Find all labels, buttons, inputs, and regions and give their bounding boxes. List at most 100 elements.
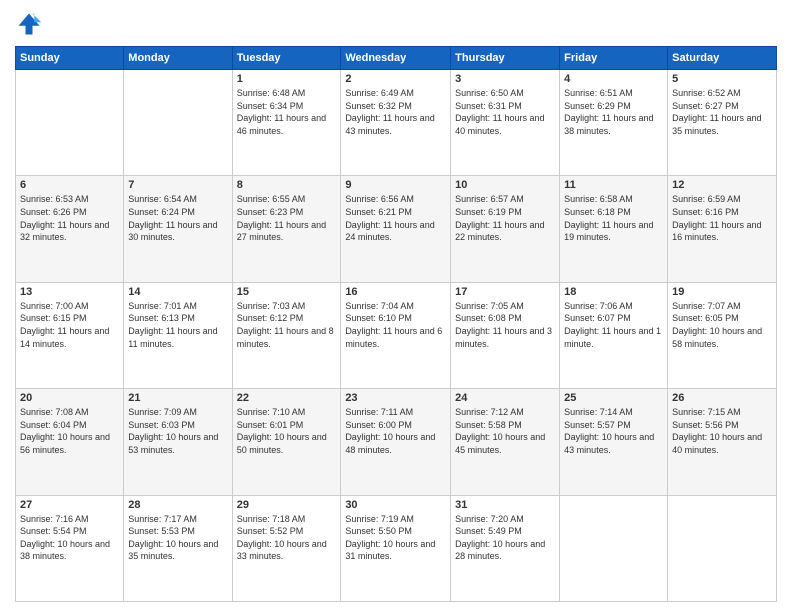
day-info: Sunrise: 7:19 AMSunset: 5:50 PMDaylight:… (345, 513, 446, 563)
day-info: Sunrise: 7:10 AMSunset: 6:01 PMDaylight:… (237, 406, 337, 456)
day-number: 19 (672, 286, 772, 298)
day-number: 10 (455, 179, 555, 191)
day-number: 29 (237, 499, 337, 511)
calendar-cell: 19Sunrise: 7:07 AMSunset: 6:05 PMDayligh… (668, 282, 777, 388)
calendar-cell: 12 Sunrise: 6:59 AMSunset: 6:16 PMDayligh… (668, 176, 777, 282)
calendar-cell: 23Sunrise: 7:11 AMSunset: 6:00 PMDayligh… (341, 389, 451, 495)
day-number: 6 (20, 179, 119, 191)
day-info: Sunrise: 7:18 AMSunset: 5:52 PMDaylight:… (237, 513, 337, 563)
day-number: 11 (564, 179, 663, 191)
calendar-cell: 20Sunrise: 7:08 AMSunset: 6:04 PMDayligh… (16, 389, 124, 495)
calendar-cell: 24 Sunrise: 7:12 AMSunset: 5:58 PMDayligh… (451, 389, 560, 495)
day-info: Sunrise: 7:17 AMSunset: 5:53 PMDaylight:… (128, 513, 227, 563)
day-info: Sunrise: 6:58 AMSunset: 6:18 PMDaylight:… (564, 193, 663, 243)
calendar-cell: 17 Sunrise: 7:05 AMSunset: 6:08 PMDayligh… (451, 282, 560, 388)
day-info: Sunrise: 7:15 AMSunset: 5:56 PMDaylight:… (672, 406, 772, 456)
day-number: 4 (564, 73, 663, 85)
calendar-cell: 6 Sunrise: 6:53 AMSunset: 6:26 PMDaylight… (16, 176, 124, 282)
calendar-week-1: 1 Sunrise: 6:48 AMSunset: 6:34 PMDaylight… (16, 70, 777, 176)
calendar-cell: 13 Sunrise: 7:00 AMSunset: 6:15 PMDayligh… (16, 282, 124, 388)
day-info: Sunrise: 6:59 AMSunset: 6:16 PMDaylight:… (672, 193, 772, 243)
weekday-header-friday: Friday (560, 47, 668, 70)
calendar-cell: 8Sunrise: 6:55 AMSunset: 6:23 PMDaylight… (232, 176, 341, 282)
day-number: 18 (564, 286, 663, 298)
day-number: 31 (455, 499, 555, 511)
calendar-header-row: SundayMondayTuesdayWednesdayThursdayFrid… (16, 47, 777, 70)
day-info: Sunrise: 6:48 AMSunset: 6:34 PMDaylight:… (237, 87, 337, 137)
calendar-cell (560, 495, 668, 601)
page: SundayMondayTuesdayWednesdayThursdayFrid… (0, 0, 792, 612)
day-number: 21 (128, 392, 227, 404)
calendar-week-2: 6 Sunrise: 6:53 AMSunset: 6:26 PMDaylight… (16, 176, 777, 282)
day-info: Sunrise: 6:50 AMSunset: 6:31 PMDaylight:… (455, 87, 555, 137)
calendar-table: SundayMondayTuesdayWednesdayThursdayFrid… (15, 46, 777, 602)
day-number: 30 (345, 499, 446, 511)
calendar-cell: 16 Sunrise: 7:04 AMSunset: 6:10 PMDayligh… (341, 282, 451, 388)
calendar-cell (668, 495, 777, 601)
day-number: 13 (20, 286, 119, 298)
logo-icon (15, 10, 43, 38)
day-info: Sunrise: 6:52 AMSunset: 6:27 PMDaylight:… (672, 87, 772, 137)
day-info: Sunrise: 6:55 AMSunset: 6:23 PMDaylight:… (237, 193, 337, 243)
day-info: Sunrise: 7:03 AMSunset: 6:12 PMDaylight:… (237, 300, 337, 350)
calendar-cell (16, 70, 124, 176)
day-number: 25 (564, 392, 663, 404)
day-number: 12 (672, 179, 772, 191)
day-number: 15 (237, 286, 337, 298)
calendar-cell: 10 Sunrise: 6:57 AMSunset: 6:19 PMDayligh… (451, 176, 560, 282)
day-number: 16 (345, 286, 446, 298)
day-number: 23 (345, 392, 446, 404)
calendar-cell (124, 70, 232, 176)
logo (15, 10, 47, 38)
day-number: 5 (672, 73, 772, 85)
calendar-cell: 29 Sunrise: 7:18 AMSunset: 5:52 PMDayligh… (232, 495, 341, 601)
day-number: 14 (128, 286, 227, 298)
day-number: 20 (20, 392, 119, 404)
calendar-cell: 5 Sunrise: 6:52 AMSunset: 6:27 PMDaylight… (668, 70, 777, 176)
day-info: Sunrise: 6:54 AMSunset: 6:24 PMDaylight:… (128, 193, 227, 243)
weekday-header-sunday: Sunday (16, 47, 124, 70)
day-number: 1 (237, 73, 337, 85)
day-number: 27 (20, 499, 119, 511)
calendar-week-3: 13 Sunrise: 7:00 AMSunset: 6:15 PMDayligh… (16, 282, 777, 388)
weekday-header-wednesday: Wednesday (341, 47, 451, 70)
calendar-cell: 15 Sunrise: 7:03 AMSunset: 6:12 PMDayligh… (232, 282, 341, 388)
day-info: Sunrise: 7:16 AMSunset: 5:54 PMDaylight:… (20, 513, 119, 563)
calendar-cell: 1 Sunrise: 6:48 AMSunset: 6:34 PMDaylight… (232, 70, 341, 176)
weekday-header-saturday: Saturday (668, 47, 777, 70)
day-number: 3 (455, 73, 555, 85)
day-info: Sunrise: 7:06 AMSunset: 6:07 PMDaylight:… (564, 300, 663, 350)
day-info: Sunrise: 6:56 AMSunset: 6:21 PMDaylight:… (345, 193, 446, 243)
calendar-cell: 25Sunrise: 7:14 AMSunset: 5:57 PMDayligh… (560, 389, 668, 495)
calendar-cell: 27 Sunrise: 7:16 AMSunset: 5:54 PMDayligh… (16, 495, 124, 601)
day-info: Sunrise: 6:57 AMSunset: 6:19 PMDaylight:… (455, 193, 555, 243)
calendar-cell: 11 Sunrise: 6:58 AMSunset: 6:18 PMDayligh… (560, 176, 668, 282)
calendar-cell: 4Sunrise: 6:51 AMSunset: 6:29 PMDaylight… (560, 70, 668, 176)
day-info: Sunrise: 6:49 AMSunset: 6:32 PMDaylight:… (345, 87, 446, 137)
day-info: Sunrise: 7:00 AMSunset: 6:15 PMDaylight:… (20, 300, 119, 350)
day-info: Sunrise: 7:05 AMSunset: 6:08 PMDaylight:… (455, 300, 555, 350)
weekday-header-thursday: Thursday (451, 47, 560, 70)
day-info: Sunrise: 6:53 AMSunset: 6:26 PMDaylight:… (20, 193, 119, 243)
calendar-cell: 9 Sunrise: 6:56 AMSunset: 6:21 PMDaylight… (341, 176, 451, 282)
calendar-week-5: 27 Sunrise: 7:16 AMSunset: 5:54 PMDayligh… (16, 495, 777, 601)
day-number: 22 (237, 392, 337, 404)
day-number: 26 (672, 392, 772, 404)
calendar-cell: 22 Sunrise: 7:10 AMSunset: 6:01 PMDayligh… (232, 389, 341, 495)
weekday-header-monday: Monday (124, 47, 232, 70)
day-number: 9 (345, 179, 446, 191)
day-number: 17 (455, 286, 555, 298)
calendar-cell: 3 Sunrise: 6:50 AMSunset: 6:31 PMDaylight… (451, 70, 560, 176)
day-info: Sunrise: 7:12 AMSunset: 5:58 PMDaylight:… (455, 406, 555, 456)
header (15, 10, 777, 38)
calendar-cell: 26 Sunrise: 7:15 AMSunset: 5:56 PMDayligh… (668, 389, 777, 495)
calendar-cell: 18 Sunrise: 7:06 AMSunset: 6:07 PMDayligh… (560, 282, 668, 388)
calendar-week-4: 20Sunrise: 7:08 AMSunset: 6:04 PMDayligh… (16, 389, 777, 495)
day-number: 24 (455, 392, 555, 404)
calendar-cell: 30 Sunrise: 7:19 AMSunset: 5:50 PMDayligh… (341, 495, 451, 601)
day-info: Sunrise: 7:04 AMSunset: 6:10 PMDaylight:… (345, 300, 446, 350)
day-number: 7 (128, 179, 227, 191)
weekday-header-tuesday: Tuesday (232, 47, 341, 70)
calendar-cell: 21Sunrise: 7:09 AMSunset: 6:03 PMDayligh… (124, 389, 232, 495)
calendar-cell: 2Sunrise: 6:49 AMSunset: 6:32 PMDaylight… (341, 70, 451, 176)
